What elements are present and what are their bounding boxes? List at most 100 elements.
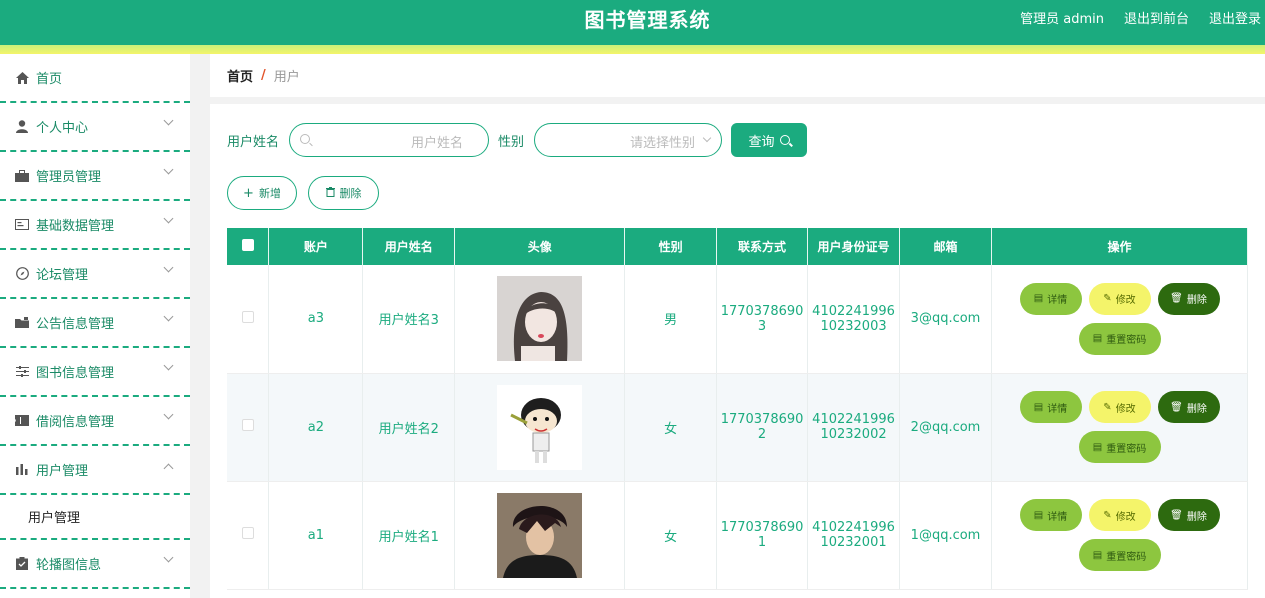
sidebar-item-notices[interactable]: 公告信息管理 <box>0 299 190 348</box>
id-line: 10232002 <box>820 427 887 442</box>
detail-button[interactable]: ▤ 详情 <box>1019 499 1082 531</box>
pencil-icon: ✎ <box>1103 293 1112 305</box>
reset-password-button[interactable]: ▤ 重置密码 <box>1078 322 1161 355</box>
sidebar-item-borrow[interactable]: 借阅信息管理 <box>0 397 190 446</box>
edit-label: 修改 <box>1115 511 1136 523</box>
id-card-cell: 4102241996 10232001 <box>807 481 901 590</box>
phone-line: 1 <box>757 535 767 550</box>
detail-button[interactable]: ▤ 详情 <box>1019 282 1082 315</box>
breadcrumb: 首页 / 用户 <box>210 54 1265 97</box>
delete-label: 删除 <box>339 187 362 200</box>
col-header[interactable]: 联系方式 <box>716 228 809 265</box>
doc-icon: ▤ <box>1092 549 1103 561</box>
edit-label: 修改 <box>1115 295 1136 307</box>
edit-button[interactable]: ✎ 修改 <box>1088 391 1151 423</box>
phone-cell: 1770378690 2 <box>716 373 809 482</box>
select-all-cell <box>227 228 270 265</box>
breadcrumb-home[interactable]: 首页 <box>227 66 253 85</box>
col-header[interactable]: 性别 <box>624 228 718 265</box>
chevron-down-icon <box>163 262 174 273</box>
table-row: a2 用户姓名2 女 1770378690 2 4102241996 10232… <box>227 373 1248 482</box>
reset-label: 重置密码 <box>1106 335 1147 347</box>
sidebar-item-home[interactable]: 首页 <box>0 54 190 103</box>
sidebar-item-label: 论坛管理 <box>36 268 89 283</box>
add-button[interactable]: + 新增 <box>227 176 297 210</box>
col-header[interactable]: 邮箱 <box>899 228 992 265</box>
phone-line: 2 <box>757 427 767 442</box>
sidebar: 首页 个人中心 管理员管理 基础数据管理 论坛管理 公告信息管理 图书信息管理 … <box>0 54 190 598</box>
sidebar-item-profile[interactable]: 个人中心 <box>0 103 190 152</box>
id-card-cell: 4102241996 10232003 <box>807 265 901 374</box>
detail-label: 详情 <box>1047 511 1068 523</box>
ops-cell: ▤ 详情 ✎ 修改 🗑 删除 ▤ 重置密码 <box>991 481 1248 590</box>
detail-label: 详情 <box>1047 403 1068 415</box>
account-cell: a2 <box>268 373 364 482</box>
sidebar-item-forum[interactable]: 论坛管理 <box>0 250 190 299</box>
col-header[interactable]: 用户姓名 <box>362 228 456 265</box>
table-header-row: 账户 用户姓名 头像 性别 联系方式 用户身份证号 邮箱 操作 <box>227 228 1248 265</box>
gender-cell: 女 <box>624 481 718 590</box>
sidebar-item-carousel[interactable]: 轮播图信息 <box>0 540 190 589</box>
detail-button[interactable]: ▤ 详情 <box>1019 391 1082 423</box>
row-checkbox[interactable] <box>241 310 254 323</box>
col-header: 操作 <box>991 228 1248 265</box>
pencil-icon: ✎ <box>1103 401 1112 413</box>
avatar <box>497 492 583 578</box>
edit-button[interactable]: ✎ 修改 <box>1088 282 1151 315</box>
phone-line: 1770378690 <box>720 520 804 535</box>
delete-label: 删除 <box>1186 403 1207 415</box>
card-icon <box>15 218 29 232</box>
col-header: 头像 <box>454 228 626 265</box>
trash-icon: 🗑 <box>1170 509 1183 521</box>
name-search-input[interactable]: 用户姓名 <box>289 123 490 157</box>
doc-icon: ▤ <box>1033 401 1044 413</box>
name-cell: 用户姓名1 <box>362 481 456 590</box>
name-label: 用户姓名 <box>227 134 280 150</box>
phone-cell: 1770378690 3 <box>716 265 809 374</box>
row-select-cell <box>227 373 270 482</box>
id-line: 10232003 <box>820 318 887 334</box>
doc-icon: ▤ <box>1033 509 1044 521</box>
row-checkbox[interactable] <box>241 419 254 431</box>
row-checkbox[interactable] <box>241 527 254 539</box>
to-front-link[interactable]: 退出到前台 <box>1124 8 1189 27</box>
delete-button[interactable]: 🗑 删除 <box>1157 499 1220 531</box>
select-all-checkbox[interactable] <box>241 239 254 251</box>
name-placeholder: 用户姓名 <box>411 136 464 151</box>
sidebar-item-books[interactable]: 图书信息管理 <box>0 348 190 397</box>
user-icon <box>15 120 29 134</box>
sidebar-item-label: 轮播图信息 <box>36 558 102 573</box>
chevron-down-icon <box>163 115 174 126</box>
col-header[interactable]: 用户身份证号 <box>807 228 901 265</box>
reset-password-button[interactable]: ▤ 重置密码 <box>1078 539 1161 571</box>
delete-button[interactable]: 🗑 删除 <box>1157 391 1220 423</box>
avatar-cell <box>454 265 626 374</box>
gender-label: 性别 <box>498 134 525 150</box>
col-header[interactable]: 账户 <box>268 228 364 265</box>
sidebar-item-label: 图书信息管理 <box>36 366 115 381</box>
query-button[interactable]: 查询 <box>731 123 808 157</box>
sidebar-item-admins[interactable]: 管理员管理 <box>0 152 190 201</box>
batch-delete-button[interactable]: 删除 <box>308 176 379 210</box>
edit-button[interactable]: ✎ 修改 <box>1088 499 1151 531</box>
logout-link[interactable]: 退出登录 <box>1209 8 1261 27</box>
users-table: 账户 用户姓名 头像 性别 联系方式 用户身份证号 邮箱 操作 a3 用户姓名3 <box>227 228 1248 590</box>
ops-cell: ▤ 详情 ✎ 修改 🗑 删除 ▤ 重置密码 <box>991 265 1248 374</box>
top-header: 图书管理系统 管理员 admin 退出到前台 退出登录 <box>0 0 1265 45</box>
gender-select[interactable]: 请选择性别 <box>534 123 723 157</box>
id-card-cell: 4102241996 10232002 <box>807 373 901 482</box>
ops-cell: ▤ 详情 ✎ 修改 🗑 删除 ▤ 重置密码 <box>991 373 1248 482</box>
delete-button[interactable]: 🗑 删除 <box>1157 282 1220 315</box>
admin-label: 管理员 admin <box>1020 12 1104 27</box>
avatar <box>497 384 583 470</box>
email-cell: 2@qq.com <box>899 373 992 482</box>
sidebar-item-users[interactable]: 用户管理 <box>0 446 190 495</box>
chevron-down-icon <box>163 311 174 322</box>
submenu-item-label: 用户管理 <box>28 511 81 526</box>
home-icon <box>15 71 29 85</box>
row-select-cell <box>227 265 270 374</box>
name-cell: 用户姓名2 <box>362 373 456 482</box>
submenu-item-users[interactable]: 用户管理 <box>0 495 190 540</box>
reset-password-button[interactable]: ▤ 重置密码 <box>1078 431 1161 463</box>
sidebar-item-basic-data[interactable]: 基础数据管理 <box>0 201 190 250</box>
